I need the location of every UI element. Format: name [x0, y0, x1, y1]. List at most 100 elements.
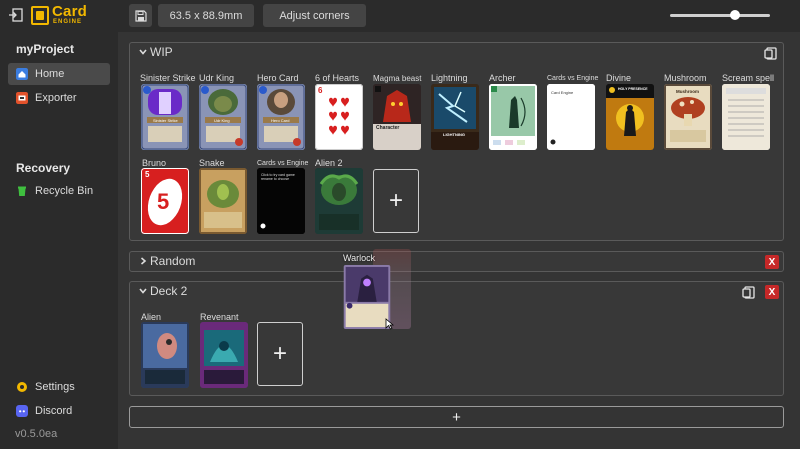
chevron-down-icon[interactable]: [138, 286, 148, 296]
zoom-slider-thumb[interactable]: [730, 10, 740, 20]
export-deck-icon[interactable]: [742, 285, 756, 299]
card-title: Character: [376, 125, 399, 131]
card-bruno[interactable]: 5 5: [141, 168, 189, 234]
dragging-card-label: Warlock: [343, 253, 375, 263]
chevron-down-icon[interactable]: [138, 47, 148, 57]
card-cards-vs-engine[interactable]: Card Engine: [547, 84, 595, 150]
card-title: Udr King: [214, 118, 230, 123]
sidebar-header: Card ENGINE: [0, 0, 118, 32]
card-label: Mushroom: [664, 73, 707, 83]
card-alien[interactable]: [141, 322, 189, 388]
card-text: Click to try card game rename to choose: [261, 173, 301, 181]
mouse-cursor-icon: [385, 318, 394, 330]
exporter-icon: [16, 92, 28, 104]
card-title: Sinister Strike: [153, 118, 178, 123]
delete-deck-button[interactable]: X: [765, 255, 779, 269]
card-snake[interactable]: [199, 168, 247, 234]
card-scream-spell[interactable]: [722, 84, 770, 150]
deck-wip: WIP Sinister Strike Udr King Hero Card 6…: [129, 42, 784, 241]
card-title: HOLY PRESENCE: [618, 87, 648, 91]
card-text: Card Engine: [551, 90, 573, 95]
card-label: Udr King: [199, 73, 234, 83]
card-title: Mushroom: [676, 89, 699, 94]
card-label: Sinister Strike: [140, 73, 196, 83]
delete-deck-button[interactable]: X: [765, 285, 779, 299]
main-content: WIP Sinister Strike Udr King Hero Card 6…: [118, 32, 800, 449]
sidebar-item-home[interactable]: Home: [8, 63, 110, 85]
card-label: Cards vs Engine: [547, 75, 598, 82]
card-revenant[interactable]: [200, 322, 248, 388]
sidebar-item-recycle-bin[interactable]: Recycle Bin: [8, 180, 110, 202]
sidebar-item-discord[interactable]: Discord: [8, 400, 110, 422]
card-magma-beast[interactable]: Character: [373, 84, 421, 150]
zoom-slider[interactable]: [670, 14, 770, 17]
sidebar-item-label: Settings: [35, 381, 75, 393]
card-divine[interactable]: HOLY PRESENCE: [606, 84, 654, 150]
card-rank: 5: [145, 170, 149, 179]
card-label: Alien 2: [315, 158, 343, 168]
deck-header[interactable]: Random X: [130, 252, 783, 272]
deck-title: Deck 2: [150, 284, 187, 298]
export-deck-icon[interactable]: [764, 46, 778, 60]
save-icon: [135, 10, 147, 22]
dragging-card[interactable]: Warlock: [343, 249, 413, 339]
card-size-button[interactable]: 63.5 x 88.9mm: [158, 4, 254, 27]
sidebar-item-exporter[interactable]: Exporter: [8, 87, 110, 109]
card-label: Lightning: [431, 73, 468, 83]
add-card-button[interactable]: +: [257, 322, 303, 386]
sidebar-item-label: Recycle Bin: [35, 185, 93, 197]
app-window: Card ENGINE myProject Home Exporter Reco…: [0, 0, 800, 449]
recycle-bin-icon: [16, 185, 28, 197]
exit-icon[interactable]: [8, 7, 24, 23]
version-label: v0.5.0ea: [15, 428, 57, 440]
logo-subtext: ENGINE: [53, 19, 82, 25]
card-title: Hero Card: [271, 118, 289, 123]
card-big-number: 5: [157, 189, 169, 215]
card-label: Hero Card: [257, 73, 299, 83]
card-title: LIGHTNING: [443, 132, 465, 137]
chevron-right-icon[interactable]: [138, 256, 148, 266]
logo-text: Card: [52, 3, 87, 20]
card-6-of-hearts[interactable]: 6: [315, 84, 363, 150]
card-label: Snake: [199, 158, 225, 168]
card-lightning[interactable]: LIGHTNING: [431, 84, 479, 150]
sidebar: Card ENGINE myProject Home Exporter Reco…: [0, 0, 118, 449]
card-label: Cards vs Engine: [257, 160, 308, 167]
card-udr-king[interactable]: Udr King: [199, 84, 247, 150]
card-label: Scream spell: [722, 73, 774, 83]
dragging-card-art: [343, 265, 391, 329]
toolbar: 63.5 x 88.9mm Adjust corners: [118, 0, 800, 32]
sidebar-item-settings[interactable]: Settings: [8, 376, 110, 398]
card-hero-card[interactable]: Hero Card: [257, 84, 305, 150]
add-card-button[interactable]: +: [373, 169, 419, 233]
add-deck-button[interactable]: +: [129, 406, 784, 428]
deck-random: Random X: [129, 251, 784, 272]
sidebar-item-label: Discord: [35, 405, 72, 417]
card-cards-vs-engine-2[interactable]: Click to try card game rename to choose: [257, 168, 305, 234]
card-sinister-strike[interactable]: Sinister Strike: [141, 84, 189, 150]
logo-mark: [31, 6, 49, 25]
adjust-corners-button[interactable]: Adjust corners: [263, 4, 366, 27]
card-label: Magma beast: [373, 74, 421, 83]
card-label: Bruno: [142, 158, 166, 168]
card-label: Divine: [606, 73, 631, 83]
card-label: Archer: [489, 73, 516, 83]
card-label: 6 of Hearts: [315, 73, 359, 83]
card-archer[interactable]: [489, 84, 537, 150]
card-engine-logo: Card ENGINE: [31, 5, 87, 27]
project-title: myProject: [16, 42, 74, 56]
sidebar-item-label: Home: [35, 68, 64, 80]
deck-header[interactable]: WIP: [130, 43, 783, 63]
discord-icon: [16, 405, 28, 417]
card-alien-2[interactable]: [315, 168, 363, 234]
deck-title: WIP: [150, 45, 173, 59]
card-mushroom[interactable]: Mushroom: [664, 84, 712, 150]
deck-deck-2: Deck 2 X Alien Revenant +: [129, 281, 784, 396]
home-icon: [16, 68, 28, 80]
recovery-title: Recovery: [16, 161, 70, 175]
save-button[interactable]: [129, 4, 152, 27]
deck-header[interactable]: Deck 2 X: [130, 282, 783, 302]
card-label: Revenant: [200, 312, 239, 322]
deck-title: Random: [150, 254, 195, 268]
card-rank: 6: [318, 86, 322, 95]
